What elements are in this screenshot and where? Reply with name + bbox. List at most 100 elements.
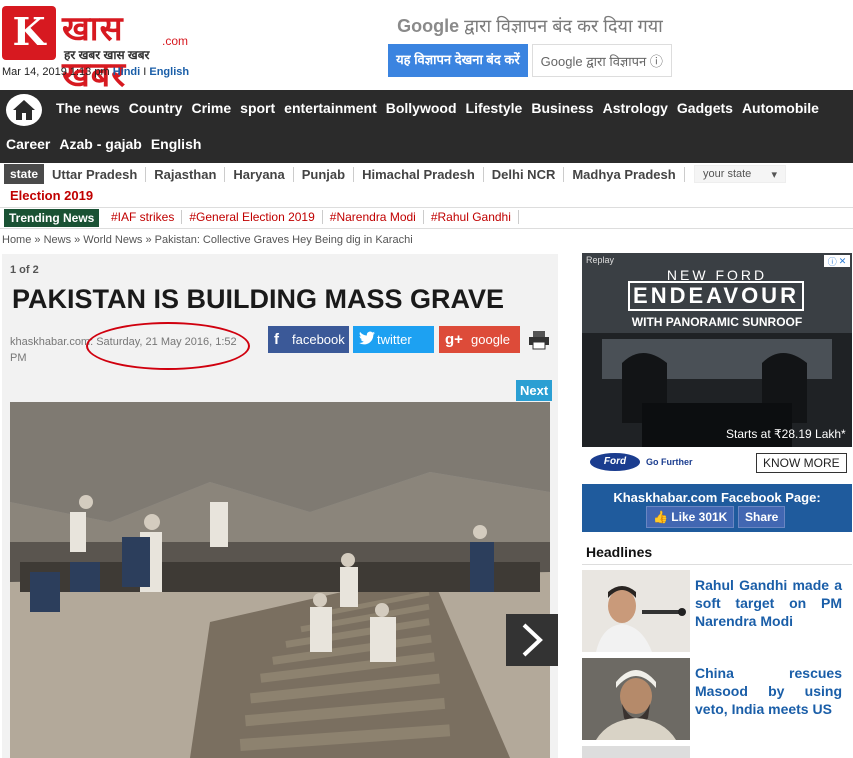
google-plus-icon: g+ bbox=[445, 331, 463, 348]
article: 1 of 2 PAKISTAN IS BUILDING MASS GRAVE k… bbox=[2, 254, 558, 758]
nav-item-business[interactable]: Business bbox=[531, 100, 593, 116]
nav-item-career[interactable]: Career bbox=[6, 136, 50, 152]
nav-item-sport[interactable]: sport bbox=[240, 100, 275, 116]
logo-dotcom: .com bbox=[162, 34, 189, 48]
share-facebook-button[interactable]: f facebook bbox=[268, 326, 349, 353]
facebook-box-title: Khaskhabar.com Facebook Page: bbox=[613, 490, 821, 505]
logo-mark: K bbox=[2, 6, 56, 60]
ad-closed-notice: Google द्वारा विज्ञापन बंद कर दिया गया य… bbox=[350, 14, 710, 77]
facebook-icon: f bbox=[274, 331, 279, 348]
headline-thumbnail bbox=[582, 570, 690, 652]
ad-notice-text: द्वारा विज्ञापन बंद कर दिया गया bbox=[464, 16, 663, 36]
election-2019-link[interactable]: Election 2019 bbox=[4, 186, 99, 205]
site-header: K खास खबर .com हर खबर खास खबर Mar 14, 20… bbox=[0, 0, 853, 95]
nav-item-azab-gajab[interactable]: Azab - gajab bbox=[59, 136, 141, 152]
ad-info-button[interactable]: Google द्वारा विज्ञापन ⓘ bbox=[531, 44, 672, 77]
nav-item-lifestyle[interactable]: Lifestyle bbox=[466, 100, 523, 116]
nav-item-automobile[interactable]: Automobile bbox=[742, 100, 819, 116]
article-source: khaskhabar.com bbox=[10, 336, 91, 348]
state-label: state bbox=[4, 164, 45, 184]
ad-price: Starts at ₹28.19 Lakh* bbox=[726, 427, 846, 441]
nav-item-country[interactable]: Country bbox=[129, 100, 183, 116]
headline-item[interactable]: Rahul Gandhi made a soft target on PM Na… bbox=[582, 570, 852, 652]
state-item-madhya-pradesh[interactable]: Madhya Pradesh bbox=[564, 166, 685, 182]
chevron-right-icon bbox=[522, 623, 543, 657]
share-google-label: google bbox=[471, 332, 511, 347]
site-logo[interactable]: K खास खबर .com हर खबर खास खबर bbox=[2, 4, 198, 95]
headlines-divider bbox=[582, 564, 852, 565]
next-page-button[interactable]: Next bbox=[516, 380, 553, 401]
home-icon bbox=[13, 100, 35, 120]
ford-ad[interactable]: Replay ⓘ ✕ NEW FORD ENDEAVOUR WITH PANOR… bbox=[582, 253, 852, 479]
trending-bar: Trending News #IAF strikes #General Elec… bbox=[0, 207, 853, 229]
nav-item-entertainment[interactable]: entertainment bbox=[284, 100, 377, 116]
breadcrumb[interactable]: Home » News » World News » Pakistan: Col… bbox=[2, 234, 413, 246]
mass-grave-photo bbox=[10, 402, 550, 758]
dateline: Mar 14, 2019 1:13 pm Hindi I English bbox=[2, 66, 189, 78]
info-icon: ⓘ bbox=[827, 256, 837, 267]
nav-item-english[interactable]: English bbox=[151, 136, 202, 152]
trending-item-iaf-strikes[interactable]: #IAF strikes bbox=[104, 210, 183, 224]
share-twitter-label: twitter bbox=[377, 332, 412, 347]
share-google-button[interactable]: g+ google bbox=[439, 326, 520, 353]
state-select[interactable]: your state ▾ bbox=[694, 165, 786, 183]
state-bar: state Uttar Pradesh Rajasthan Haryana Pu… bbox=[0, 163, 853, 207]
trending-label: Trending News bbox=[4, 209, 100, 227]
headline-item[interactable]: China rescues Masood by using veto, Indi… bbox=[582, 658, 852, 740]
print-icon[interactable] bbox=[528, 330, 550, 350]
page-counter: 1 of 2 bbox=[10, 264, 39, 276]
stop-ad-button[interactable]: यह विज्ञापन देखना बंद करें bbox=[388, 44, 528, 77]
facebook-share-button[interactable]: Share bbox=[738, 506, 786, 528]
ad-notice-title: Google द्वारा विज्ञापन बंद कर दिया गया bbox=[350, 14, 710, 38]
lang-english-link[interactable]: English bbox=[149, 66, 189, 78]
know-more-button[interactable]: KNOW MORE bbox=[756, 453, 847, 473]
nav-row-secondary: Career Azab - gajab English bbox=[6, 136, 201, 152]
share-twitter-button[interactable]: twitter bbox=[353, 326, 434, 353]
state-item-rajasthan[interactable]: Rajasthan bbox=[146, 166, 226, 182]
nav-row-primary: The news Country Crime sport entertainme… bbox=[56, 100, 819, 116]
ad-choices-icon[interactable]: ⓘ ✕ bbox=[824, 255, 850, 267]
state-item-uttar-pradesh[interactable]: Uttar Pradesh bbox=[44, 166, 147, 182]
thumbs-up-icon: 👍 bbox=[653, 510, 668, 524]
state-item-punjab[interactable]: Punjab bbox=[294, 166, 355, 182]
ad-line-3: WITH PANORAMIC SUNROOF bbox=[631, 315, 803, 329]
trending-item-rahul-gandhi[interactable]: #Rahul Gandhi bbox=[424, 210, 519, 224]
nav-item-the-news[interactable]: The news bbox=[56, 100, 120, 116]
state-item-haryana[interactable]: Haryana bbox=[225, 166, 294, 182]
ad-line-2: ENDEAVOUR bbox=[628, 281, 804, 311]
headlines-title: Headlines bbox=[586, 544, 653, 560]
headline-thumbnail bbox=[582, 658, 690, 740]
state-item-himachal-pradesh[interactable]: Himachal Pradesh bbox=[354, 166, 484, 182]
ad-replay[interactable]: Replay bbox=[586, 255, 614, 265]
chevron-down-icon: ▾ bbox=[771, 169, 777, 181]
home-button[interactable] bbox=[6, 94, 42, 126]
headline-thumbnail-partial bbox=[582, 746, 690, 758]
logo-tagline: हर खबर खास खबर bbox=[64, 48, 150, 62]
ad-slogan: Go Further bbox=[646, 457, 693, 467]
nav-item-gadgets[interactable]: Gadgets bbox=[677, 100, 733, 116]
article-photo bbox=[10, 402, 550, 758]
twitter-icon bbox=[359, 331, 377, 349]
trending-item-general-election[interactable]: #General Election 2019 bbox=[182, 210, 323, 224]
date-highlight-oval bbox=[86, 322, 250, 370]
ad-footer: Ford Go Further KNOW MORE bbox=[582, 447, 852, 479]
headline-text[interactable]: Rahul Gandhi made a soft target on PM Na… bbox=[695, 576, 842, 630]
facebook-page-box: Khaskhabar.com Facebook Page: 👍 Like 301… bbox=[582, 484, 852, 532]
close-icon: ✕ bbox=[838, 255, 847, 266]
trending-item-narendra-modi[interactable]: #Narendra Modi bbox=[323, 210, 424, 224]
facebook-like-button[interactable]: 👍 Like 301K bbox=[646, 506, 735, 528]
headline-text[interactable]: China rescues Masood by using veto, Indi… bbox=[695, 664, 842, 718]
nav-item-astrology[interactable]: Astrology bbox=[603, 100, 668, 116]
lang-hindi-link[interactable]: Hindi bbox=[113, 66, 141, 78]
state-item-delhi-ncr[interactable]: Delhi NCR bbox=[484, 166, 565, 182]
facebook-like-label: Like 301K bbox=[671, 510, 728, 524]
lang-separator: I bbox=[143, 66, 147, 78]
nav-item-crime[interactable]: Crime bbox=[191, 100, 231, 116]
main-nav: The news Country Crime sport entertainme… bbox=[0, 90, 853, 163]
google-wordmark: Google bbox=[397, 16, 460, 36]
nav-item-bollywood[interactable]: Bollywood bbox=[386, 100, 457, 116]
ford-logo: Ford bbox=[590, 453, 640, 471]
article-headline: PAKISTAN IS BUILDING MASS GRAVE bbox=[12, 284, 505, 314]
share-facebook-label: facebook bbox=[292, 332, 345, 347]
next-slide-arrow[interactable] bbox=[506, 614, 558, 666]
